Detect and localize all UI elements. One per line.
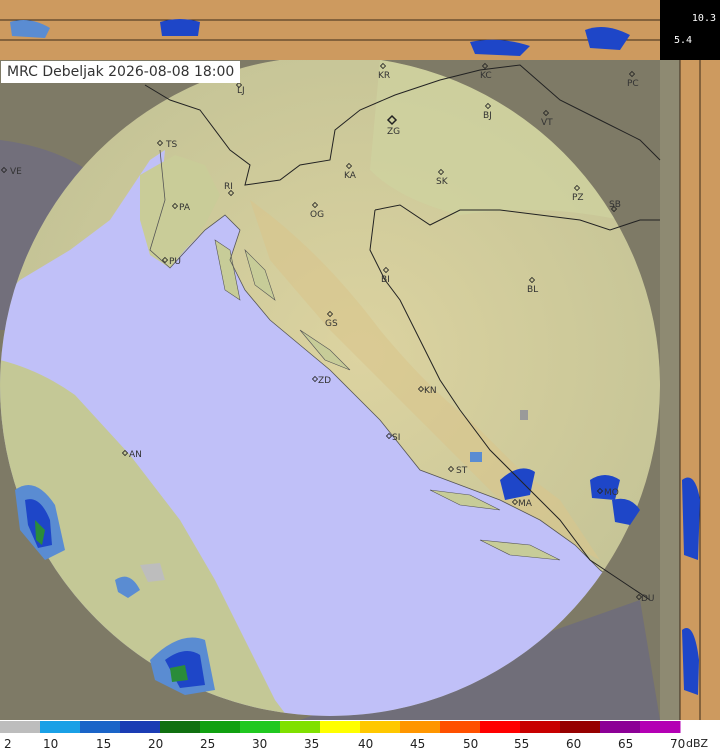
city-label: ZD xyxy=(318,376,331,386)
legend-label: 30 xyxy=(252,737,268,751)
city-label: PZ xyxy=(572,193,584,203)
legend-swatch xyxy=(480,721,521,733)
legend-unit: dBZ xyxy=(686,737,709,750)
city-label: TS xyxy=(165,140,177,150)
range-value-1: 10.3 xyxy=(691,13,716,24)
legend-swatch xyxy=(240,721,281,733)
city-label: BL xyxy=(527,285,538,295)
legend-label: 65 xyxy=(618,737,634,751)
legend-label: 50 xyxy=(463,737,479,751)
city-label: ZG xyxy=(387,127,400,137)
city-label: RI xyxy=(224,182,233,192)
city-label: KA xyxy=(344,171,357,181)
legend-swatch xyxy=(40,721,81,733)
legend-bar xyxy=(0,721,681,733)
city-label: SK xyxy=(436,177,449,187)
city-label: VT xyxy=(541,118,553,128)
city-label: PA xyxy=(179,203,191,213)
city-label: PU xyxy=(169,257,181,267)
city-label: BI xyxy=(381,275,390,285)
legend-swatch xyxy=(400,721,441,733)
map-title: MRC Debeljak 2026-08-08 18:00 xyxy=(1,61,241,83)
city-label: PC xyxy=(627,79,639,89)
legend-swatch xyxy=(160,721,201,733)
radar-map[interactable]: LJ KR KC PC TS ZG BJ VT VE KA SK RI PA OG PZ SB PU BI BL GS… xyxy=(0,0,720,751)
city-label: VE xyxy=(10,167,22,177)
legend-swatch xyxy=(520,721,561,733)
legend-swatch xyxy=(560,721,601,733)
legend-label: 55 xyxy=(514,737,530,751)
legend-swatch xyxy=(120,721,161,733)
legend-swatch xyxy=(80,721,121,733)
legend-label: 15 xyxy=(96,737,112,751)
city-label: SB xyxy=(609,200,621,210)
legend-label: 25 xyxy=(200,737,216,751)
city-label: KN xyxy=(424,386,437,396)
range-value-2: 5.4 xyxy=(674,35,693,46)
legend-swatch xyxy=(640,721,681,733)
city-label: DU xyxy=(641,594,655,604)
city-label: ST xyxy=(456,466,468,476)
legend-swatch xyxy=(440,721,481,733)
city-sb: SB xyxy=(609,200,621,213)
city-label: SI xyxy=(392,433,400,443)
legend-label: 70 xyxy=(670,737,686,751)
legend-label: 45 xyxy=(410,737,426,751)
city-label: GS xyxy=(325,319,338,329)
city-label: MO xyxy=(604,488,619,498)
city-label: OG xyxy=(310,210,324,220)
legend-label: 10 xyxy=(43,737,59,751)
legend-label: 35 xyxy=(304,737,320,751)
legend-swatch xyxy=(0,721,41,733)
city-label: BJ xyxy=(483,111,492,121)
legend-label: 20 xyxy=(148,737,164,751)
city-label: MA xyxy=(518,499,533,509)
city-label: AN xyxy=(129,450,142,460)
legend-swatch xyxy=(600,721,641,733)
legend-label: 2 xyxy=(4,737,12,751)
legend-swatch xyxy=(280,721,321,733)
city-label: LJ xyxy=(237,86,245,96)
city-label: KR xyxy=(378,71,390,81)
legend-label: 40 xyxy=(358,737,374,751)
legend-swatch xyxy=(320,721,361,733)
legend-label: 60 xyxy=(566,737,582,751)
legend-swatch xyxy=(200,721,241,733)
city-label: KC xyxy=(480,71,492,81)
legend-swatch xyxy=(360,721,401,733)
top-strip xyxy=(0,0,660,60)
range-panel: 10.3 5.4 xyxy=(660,0,720,60)
strip-echo xyxy=(160,19,200,36)
